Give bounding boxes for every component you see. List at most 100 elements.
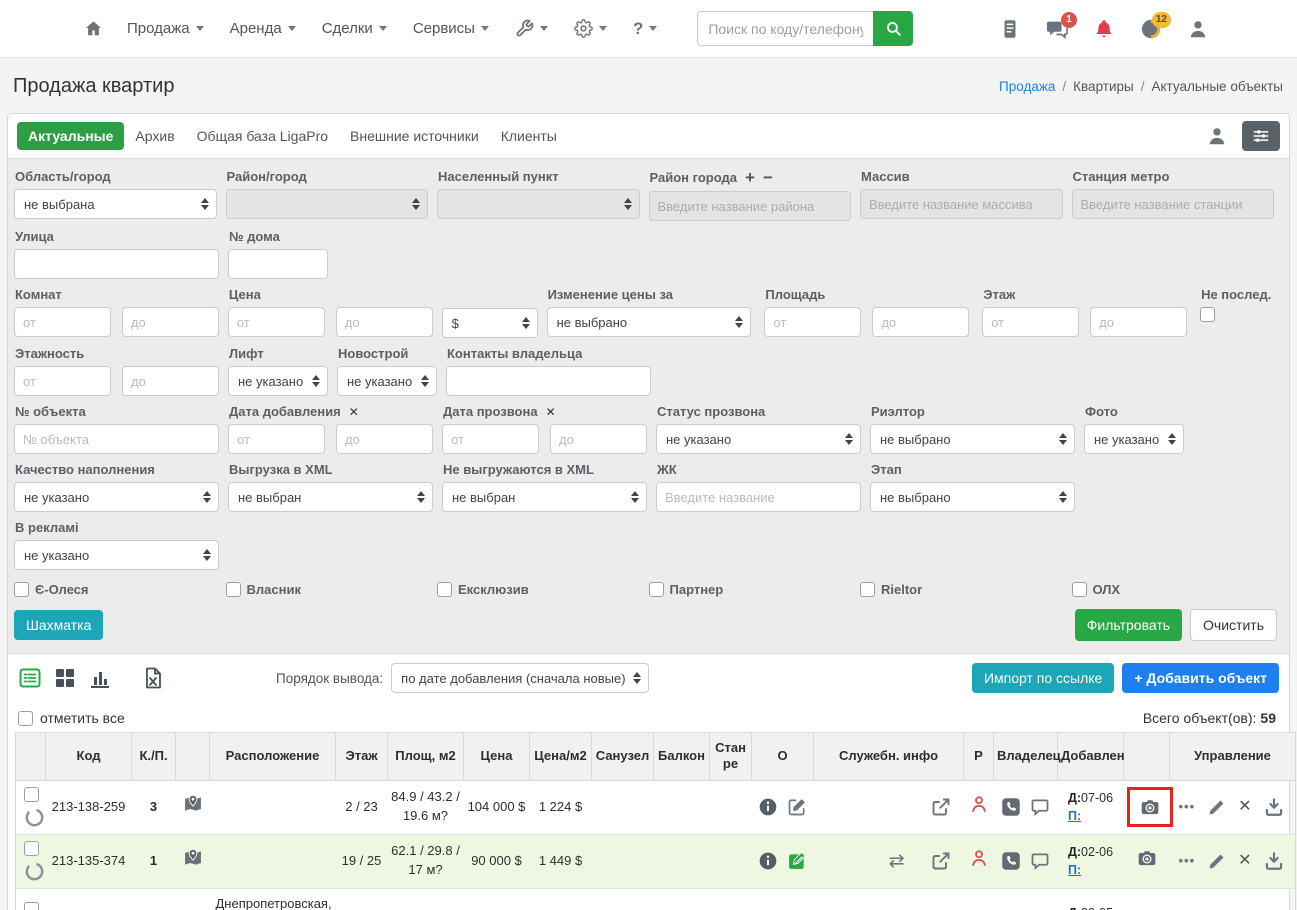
download-icon[interactable] [1264,797,1284,817]
street-input[interactable] [14,249,219,279]
area-from-input[interactable] [764,307,861,337]
price-to-input[interactable] [336,307,433,337]
coins-icon[interactable]: 12 [1140,18,1162,40]
tab-external-sources[interactable]: Внешние источники [339,122,490,150]
edit-note-icon[interactable] [787,797,807,817]
tab-actual[interactable]: Актуальные [17,122,124,150]
add-object-button[interactable]: + Добавить объект [1122,663,1279,693]
owner-contacts-input[interactable] [446,366,651,396]
select-all-checkbox[interactable] [18,711,33,726]
list-view-icon[interactable] [18,666,42,690]
pencil-icon[interactable] [1208,852,1226,870]
lift-select[interactable]: не указано [228,366,328,396]
clear-date-added-icon[interactable] [349,405,359,419]
call-date-link[interactable]: П: [1068,809,1081,823]
checkbox-e-olesya[interactable] [14,582,29,597]
date-call-to-input[interactable] [550,424,647,454]
date-added-from-input[interactable] [228,424,325,454]
notifications-bell-icon[interactable] [1093,18,1115,40]
sort-order-select[interactable]: по дате добавления (сначала новые) [391,663,649,693]
not-last-floor-checkbox[interactable] [1200,307,1215,322]
info-icon[interactable] [758,851,778,871]
pencil-icon[interactable] [1208,798,1226,816]
more-actions-icon[interactable] [1179,852,1196,871]
owner-person-icon[interactable] [969,794,989,814]
call-date-link[interactable]: П: [1068,863,1081,877]
messages-icon[interactable]: 1 [1046,18,1068,40]
rooms-to-input[interactable] [122,307,219,337]
city-district-input[interactable] [649,191,852,221]
checkbox-exclusive[interactable] [437,582,452,597]
nav-item-sales[interactable]: Продажа [127,20,204,37]
currency-select[interactable]: $ [442,308,538,338]
object-id-input[interactable] [14,424,219,454]
rooms-from-input[interactable] [14,307,111,337]
search-input[interactable] [697,11,873,46]
checkbox-olx[interactable] [1072,582,1087,597]
breadcrumb-apartments[interactable]: Квартиры [1073,79,1134,94]
massiv-input[interactable] [860,189,1063,219]
house-number-input[interactable] [228,249,328,279]
chessboard-button[interactable]: Шахматка [14,610,103,640]
checkbox-partner[interactable] [649,582,664,597]
profile-icon[interactable] [1187,18,1209,40]
realtor-select[interactable]: не выбрано [870,424,1075,454]
floors-total-from-input[interactable] [14,366,111,396]
quality-select[interactable]: не указано [14,482,219,512]
floor-from-input[interactable] [982,307,1079,337]
map-icon[interactable] [183,794,203,814]
more-actions-icon[interactable] [1179,798,1196,817]
photo-select[interactable]: не указано [1084,424,1184,454]
database-icon[interactable] [999,18,1021,40]
xml-export-select[interactable]: не выбран [228,482,433,512]
price-change-select[interactable]: не выбрано [547,307,752,337]
region-select[interactable]: не выбрана [14,189,217,219]
view-settings-button[interactable] [1242,121,1280,151]
date-added-to-input[interactable] [336,424,433,454]
floors-total-to-input[interactable] [122,366,219,396]
in-ads-select[interactable]: не указано [14,540,219,570]
camera-icon[interactable] [1137,848,1157,868]
nav-item-deals[interactable]: Сделки [322,20,387,37]
phone-icon[interactable] [1001,797,1021,817]
remove-district-icon[interactable]: − [763,169,773,186]
swap-icon[interactable] [889,852,905,871]
delete-icon[interactable] [1238,795,1251,818]
add-district-icon[interactable]: + [745,169,755,186]
date-call-from-input[interactable] [442,424,539,454]
owner-person-icon[interactable] [969,848,989,868]
stage-select[interactable]: не выбрано [870,482,1075,512]
camera-icon[interactable] [1140,797,1160,817]
comment-icon[interactable] [1030,797,1050,817]
nav-item-help[interactable]: ? [633,19,657,39]
residential-complex-input[interactable] [656,482,861,512]
price-from-input[interactable] [228,307,325,337]
clear-date-call-icon[interactable] [546,405,556,419]
breadcrumb-link-sales[interactable]: Продажа [999,79,1055,94]
clear-button[interactable]: Очистить [1190,609,1277,641]
external-link-icon[interactable] [931,797,951,817]
checkbox-rieltor[interactable] [860,582,875,597]
external-link-icon[interactable] [931,851,951,871]
map-icon[interactable] [183,848,203,868]
tab-archive[interactable]: Архив [124,122,185,150]
row-checkbox[interactable] [24,841,39,856]
delete-icon[interactable] [1238,849,1251,872]
download-icon[interactable] [1264,851,1284,871]
home-nav-button[interactable] [84,19,103,38]
district-city-select[interactable] [226,189,429,219]
xml-not-export-select[interactable]: не выбран [442,482,647,512]
tab-ligapro-base[interactable]: Общая база LigaPro [186,122,339,150]
metro-input[interactable] [1072,189,1275,219]
nav-item-tools[interactable] [515,19,548,38]
nav-item-services[interactable]: Сервисы [413,20,489,37]
floor-to-input[interactable] [1090,307,1187,337]
chart-view-icon[interactable] [88,666,112,690]
call-status-select[interactable]: не указано [656,424,861,454]
row-checkbox[interactable] [24,902,39,910]
phone-icon[interactable] [1001,851,1021,871]
area-to-input[interactable] [872,307,969,337]
grid-view-icon[interactable] [53,666,77,690]
comment-icon[interactable] [1030,851,1050,871]
settlement-select[interactable] [437,189,640,219]
